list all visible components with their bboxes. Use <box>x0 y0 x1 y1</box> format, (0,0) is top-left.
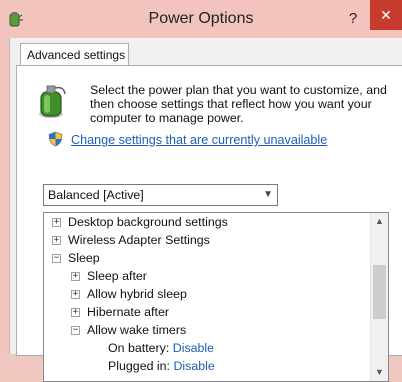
uac-shield-icon <box>48 131 63 147</box>
plan-description: Select the power plan that you want to c… <box>90 83 387 125</box>
setting-value-link[interactable]: Disable <box>173 359 214 373</box>
tree-item-hybrid-sleep[interactable]: + Allow hybrid sleep <box>71 285 187 303</box>
chevron-down-icon: ▼ <box>263 189 273 200</box>
advanced-settings-panel: Select the power plan that you want to c… <box>16 65 402 382</box>
tree-item-label: Desktop background settings <box>68 215 228 229</box>
tab-advanced-settings[interactable]: Advanced settings <box>20 43 129 65</box>
tree-item-label: Sleep <box>68 251 100 265</box>
vertical-scrollbar[interactable]: ▲ ▼ <box>370 213 388 381</box>
tree-item-desktop-background[interactable]: + Desktop background settings <box>52 213 228 231</box>
expand-icon[interactable]: + <box>52 236 61 246</box>
window-title: Power Options <box>148 10 254 27</box>
scrollbar-thumb[interactable] <box>373 265 386 319</box>
expand-icon[interactable]: + <box>52 218 61 228</box>
tree-item-wake-timers[interactable]: − Allow wake timers <box>71 321 186 339</box>
scroll-down-icon[interactable]: ▼ <box>371 364 388 381</box>
power-plan-value: Balanced [Active] <box>48 188 144 202</box>
tree-item-label: Sleep after <box>87 269 147 283</box>
setting-plugged-in[interactable]: Plugged in: Disable <box>108 357 215 375</box>
tree-item-hibernate-after[interactable]: + Hibernate after <box>71 303 169 321</box>
settings-tree[interactable]: + Desktop background settings + Wireless A… <box>43 212 389 382</box>
setting-label: On battery: <box>108 341 170 355</box>
help-button[interactable]: ? <box>343 8 363 30</box>
tree-item-sleep-after[interactable]: + Sleep after <box>71 267 147 285</box>
expand-icon[interactable]: + <box>71 308 80 318</box>
setting-on-battery[interactable]: On battery: Disable <box>108 339 214 357</box>
change-settings-link[interactable]: Change settings that are currently unava… <box>71 133 327 147</box>
dialog-client-area: Advanced settings Select the power plan … <box>9 38 402 382</box>
tree-item-wireless-adapter[interactable]: + Wireless Adapter Settings <box>52 231 210 249</box>
tree-item-label: Hibernate after <box>87 305 169 319</box>
power-plan-dropdown[interactable]: Balanced [Active] ▼ <box>43 184 278 206</box>
expand-icon[interactable]: + <box>71 272 80 282</box>
battery-plan-icon <box>39 85 66 118</box>
expand-icon[interactable]: + <box>71 290 80 300</box>
collapse-icon[interactable]: − <box>52 254 61 264</box>
tree-item-label: Allow wake timers <box>87 323 187 337</box>
scroll-up-icon[interactable]: ▲ <box>371 213 388 230</box>
setting-label: Plugged in: <box>108 359 171 373</box>
setting-value-link[interactable]: Disable <box>173 341 214 355</box>
collapse-icon[interactable]: − <box>71 326 80 336</box>
power-options-window: Power Options ? ✕ Advanced settings Sele… <box>0 0 402 382</box>
tree-item-label: Allow hybrid sleep <box>87 287 187 301</box>
tree-item-sleep[interactable]: − Sleep <box>52 249 100 267</box>
close-button[interactable]: ✕ <box>370 0 402 30</box>
title-bar[interactable]: Power Options ? ✕ <box>0 0 402 38</box>
tree-item-label: Wireless Adapter Settings <box>68 233 210 247</box>
